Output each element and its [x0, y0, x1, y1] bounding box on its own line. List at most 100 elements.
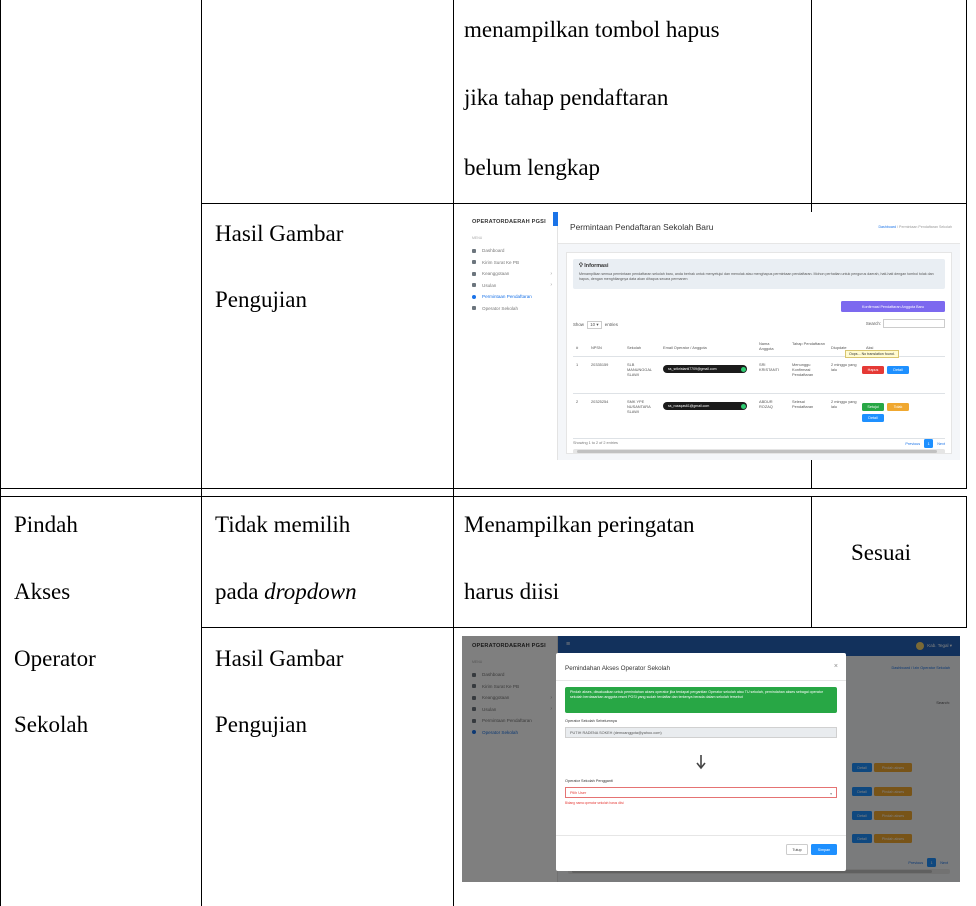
search-input[interactable] [883, 319, 945, 328]
result-line-3: belum lengkap [464, 155, 601, 180]
prev-operator-label: Operator Sekolah Sebelumnya [565, 719, 617, 723]
hasil-label-4: Pengujian [215, 712, 307, 737]
validation-error: Bidang nama operator sekolah harus diisi [565, 801, 624, 805]
main-content: Permintaan Pendaftaran Sekolah Baru Dash… [553, 212, 960, 460]
breadcrumb-link[interactable]: Dashboard [878, 225, 896, 229]
sidebar-item-kirim-surat[interactable]: Kirim Surat Ke PB [462, 257, 557, 269]
sidebar-item-label: Kirim Surat Ke PB [482, 259, 520, 265]
approve-button[interactable]: Setujui [862, 403, 884, 411]
cell-tahap: Menunggu Konfirmasi Pendaftaran [792, 362, 814, 377]
email-badge[interactable]: ss_rozaqas61@gmail.com [663, 402, 747, 410]
search-label: Search: [865, 321, 881, 326]
modal-title: Pemindahan Akses Operator Sekolah [565, 665, 671, 672]
horizontal-scrollbar[interactable] [573, 449, 945, 454]
file-icon [472, 283, 476, 288]
breadcrumb: Dashboard / Permintaan Pendaftaran Sekol… [878, 225, 952, 229]
email-badge[interactable]: ss_srikristanti7709@gmail.com [663, 365, 747, 373]
sidebar-item-keanggotaan[interactable]: Keanggotaan › [462, 268, 557, 280]
chevron-right-icon: › [550, 270, 552, 277]
cell-tahap: Selesai Pendaftaran [792, 399, 814, 409]
scenario-prefix: pada [215, 579, 265, 604]
table-row: 2 20325254 SMK YPE NUSANTARA SLAWI ss_ro… [573, 395, 945, 439]
col-nama[interactable]: Nama Anggota [759, 341, 781, 351]
email-text: ss_srikristanti7709@gmail.com [668, 367, 717, 371]
prev-operator-field: PUTIH RADENA SOKEH (demoanggota@yahoo.co… [565, 727, 837, 738]
sidebar-item-label: Dashboard [482, 248, 505, 254]
move-operator-modal: Pemindahan Akses Operator Sekolah × Pind… [556, 653, 846, 871]
grid-line [966, 496, 967, 628]
cell-diupdate: 2 minggu yang lalu [831, 362, 857, 372]
close-icon[interactable]: × [834, 663, 838, 670]
cell-npsn: 20325254 [591, 399, 609, 404]
entries-select[interactable]: 10 ▾ [587, 321, 602, 329]
mail-icon [472, 260, 476, 265]
screenshot-operator-modal: OPERATORDAERAH PGSI MENU Dashboard Kirim… [462, 636, 960, 882]
chevron-down-icon: ▾ [830, 792, 832, 796]
menu-header: MENU [472, 236, 483, 240]
page-1[interactable]: 1 [924, 439, 934, 448]
sidebar-item-label: Permintaan Pendaftaran [482, 294, 532, 300]
divider [556, 835, 846, 836]
content-card: 💡︎ Informasi Menampilkan semua permintaa… [566, 252, 952, 454]
hasil-label-3: Hasil Gambar [215, 646, 344, 671]
expected-line-2: harus diisi [464, 579, 560, 604]
cell-no: 1 [576, 362, 579, 367]
expected-line-1: Menampilkan peringatan [464, 512, 695, 537]
cell-npsn: 20335159 [591, 362, 609, 367]
next-page[interactable]: Next [937, 442, 945, 446]
check-icon [740, 366, 746, 372]
feature-line-3: Operator [14, 646, 96, 671]
feature-line-4: Sekolah [14, 712, 89, 737]
sidebar-item-operator[interactable]: Operator Sekolah [462, 303, 557, 315]
scroll-thumb[interactable] [577, 450, 937, 453]
detail-button[interactable]: Detail [862, 414, 884, 422]
grid-line [201, 203, 967, 204]
sidebar-item-permintaan[interactable]: Permintaan Pendaftaran [462, 291, 557, 303]
bullet-icon [472, 294, 476, 299]
result-line-1: menampilkan tombol hapus [464, 17, 720, 42]
sidebar-item-label: Usulan [482, 282, 497, 288]
col-sekolah[interactable]: Sekolah [627, 345, 641, 350]
col-no[interactable]: # [576, 345, 578, 350]
show-label: Show [573, 322, 584, 327]
col-tahap[interactable]: Tahap Pendaftaran [792, 341, 826, 346]
grid-line [0, 496, 967, 497]
hasil-label-1: Hasil Gambar [215, 221, 344, 246]
tooltip: Oops... No translation found. [845, 350, 899, 358]
users-icon [472, 271, 476, 276]
grid-line [0, 0, 1, 906]
col-email[interactable]: Email Operator / Anggota [663, 345, 707, 350]
page-header: Permintaan Pendaftaran Sekolah Baru Dash… [558, 212, 960, 244]
close-button[interactable]: Tutup [786, 844, 808, 855]
cell-sekolah: SLB MANUNGGAL SLAWI [627, 362, 652, 377]
feature-line-2: Akses [14, 579, 71, 604]
scenario-italic: dropdown [264, 579, 357, 604]
delete-button[interactable]: Hapus [862, 366, 884, 374]
sidebar-item-usulan[interactable]: Usulan › [462, 280, 557, 292]
info-text: Menampilkan semua permintaan pendaftaran… [579, 272, 934, 281]
sidebar: OPERATORDAERAH PGSI MENU Dashboard Kirim… [462, 212, 558, 460]
detail-button[interactable]: Detail [887, 366, 909, 374]
pagination: Previous 1 Next [905, 439, 945, 448]
hasil-label-2: Pengujian [215, 287, 307, 312]
grid-line [0, 488, 967, 489]
result-line-2: jika tahap pendaftaran [464, 85, 669, 110]
info-title: 💡︎ Informasi [579, 263, 939, 270]
dashboard-icon [472, 248, 476, 253]
prev-page[interactable]: Previous [905, 442, 920, 446]
confirm-registration-button[interactable]: Konfirmasi Pendaftaran Anggota Baru [841, 301, 945, 312]
screenshot-registration-list: OPERATORDAERAH PGSI MENU Dashboard Kirim… [462, 212, 960, 460]
reject-button[interactable]: Tolak [887, 403, 909, 411]
save-button[interactable]: Simpan [811, 844, 837, 855]
cell-nama: SRI KRISTANTI [759, 362, 780, 372]
breadcrumb-current: Permintaan Pendaftaran Sekolah [899, 225, 952, 229]
col-npsn[interactable]: NPSN [591, 345, 602, 350]
sidebar-item-label: Operator Sekolah [482, 305, 519, 311]
show-entries: Show 10 ▾ entries [573, 321, 618, 329]
new-operator-select[interactable]: Pilih User ▾ [565, 787, 837, 798]
info-title-text: Informasi [584, 263, 609, 269]
cell-diupdate: 2 minggu yang lalu [831, 399, 857, 409]
table-row: 1 20335159 SLB MANUNGGAL SLAWI ss_srikri… [573, 358, 945, 394]
page-title: Permintaan Pendaftaran Sekolah Baru [570, 222, 714, 232]
sidebar-item-dashboard[interactable]: Dashboard [462, 245, 557, 257]
